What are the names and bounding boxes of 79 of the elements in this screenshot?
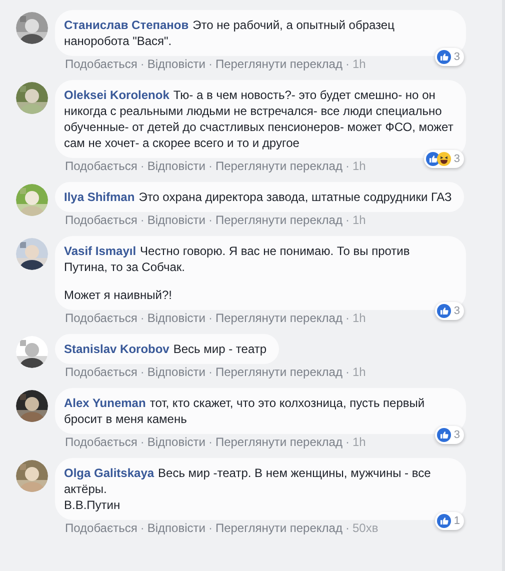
comment-time[interactable]: 1h bbox=[352, 365, 366, 380]
thumbs-up-icon bbox=[436, 304, 451, 318]
action-link[interactable]: Переглянути переклад bbox=[215, 521, 342, 536]
separator-dot: · bbox=[208, 57, 212, 72]
reaction-count: 3 bbox=[454, 50, 460, 64]
reaction-count: 1 bbox=[454, 514, 460, 528]
action-link[interactable]: Переглянути переклад bbox=[215, 159, 342, 174]
author-link[interactable]: Vasif Ismayıl bbox=[64, 244, 136, 258]
separator-dot: · bbox=[208, 365, 212, 380]
comment-time[interactable]: 1h bbox=[352, 213, 366, 228]
separator-dot: · bbox=[208, 213, 212, 228]
comment-text: Станислав Степанов Это не рабочий, а опытный образец наноробота "Вася". bbox=[64, 17, 396, 49]
separator-dot: · bbox=[208, 435, 212, 450]
laughing-face-icon bbox=[436, 152, 451, 166]
separator-dot: · bbox=[140, 57, 144, 72]
action-link[interactable]: Переглянути переклад bbox=[215, 435, 342, 450]
action-link[interactable]: Переглянути переклад bbox=[215, 311, 342, 326]
comment-time[interactable]: 1h bbox=[352, 311, 366, 326]
comment-time[interactable]: 1h bbox=[352, 159, 366, 174]
separator-dot: · bbox=[345, 365, 350, 380]
reactions-badge[interactable]: 3 bbox=[434, 48, 464, 66]
thumbs-up-icon bbox=[436, 50, 451, 64]
action-link[interactable]: Подобається bbox=[65, 311, 138, 326]
comment-time[interactable]: 1h bbox=[352, 435, 366, 450]
separator-dot: · bbox=[140, 311, 144, 326]
action-link[interactable]: Відповісти bbox=[147, 311, 206, 326]
separator-dot: · bbox=[345, 521, 350, 536]
author-link[interactable]: Stanislav Korobov bbox=[64, 342, 170, 356]
action-link[interactable]: Відповісти bbox=[147, 365, 206, 380]
action-link[interactable]: Відповісти bbox=[147, 521, 206, 536]
author-link[interactable]: Станислав Степанов bbox=[64, 18, 189, 32]
action-link[interactable]: Відповісти bbox=[147, 57, 206, 72]
separator-dot: · bbox=[345, 57, 350, 72]
separator-dot: · bbox=[140, 159, 144, 174]
reaction-count: 3 bbox=[454, 152, 460, 166]
comment-text: Vasif Ismayıl Честно говорю. Я вас не понимаю. То вы против Путина, то за Собчак. bbox=[64, 243, 411, 275]
action-link[interactable]: Відповісти bbox=[147, 435, 206, 450]
action-link[interactable]: Переглянути переклад bbox=[215, 365, 342, 380]
separator-dot: · bbox=[345, 213, 350, 228]
action-link[interactable]: Відповісти bbox=[147, 213, 206, 228]
action-link[interactable]: Відповісти bbox=[147, 159, 206, 174]
action-link[interactable]: Подобається bbox=[65, 57, 138, 72]
comment-text: Stanislav Korobov Весь мир - театр bbox=[64, 341, 267, 357]
separator-dot: · bbox=[208, 521, 212, 536]
separator-dot: · bbox=[345, 159, 350, 174]
separator-dot: · bbox=[140, 435, 144, 450]
separator-dot: · bbox=[140, 521, 144, 536]
action-link[interactable]: Подобається bbox=[65, 213, 138, 228]
separator-dot: · bbox=[208, 311, 212, 326]
separator-dot: · bbox=[140, 213, 144, 228]
separator-dot: · bbox=[345, 435, 350, 450]
reactions-badge[interactable]: 1 bbox=[434, 512, 464, 530]
reaction-count: 3 bbox=[454, 304, 460, 318]
action-link[interactable]: Подобається bbox=[65, 435, 138, 450]
comment-time[interactable]: 1h bbox=[352, 57, 366, 72]
comment-text: Olga Galitskaya Весь мир -театр. В нем женщины, мужчины - все актёры. В.В.Путин bbox=[64, 465, 432, 513]
comment-text: Alex Yuneman тот, кто скажет, что это колхозница, пусть первый бросит в меня камень bbox=[64, 395, 426, 427]
author-link[interactable]: Alex Yuneman bbox=[64, 396, 146, 410]
action-link[interactable]: Подобається bbox=[65, 521, 138, 536]
separator-dot: · bbox=[345, 311, 350, 326]
author-link[interactable]: Oleksei Korolenok bbox=[64, 88, 170, 102]
reaction-count: 3 bbox=[454, 428, 460, 442]
reactions-badge[interactable]: 3 bbox=[434, 302, 464, 320]
author-link[interactable]: Ilya Shifman bbox=[64, 190, 135, 204]
action-link[interactable]: Переглянути переклад bbox=[215, 57, 342, 72]
action-link[interactable]: Переглянути переклад bbox=[215, 213, 342, 228]
separator-dot: · bbox=[208, 159, 212, 174]
separator-dot: · bbox=[140, 365, 144, 380]
action-link[interactable]: Подобається bbox=[65, 365, 138, 380]
reactions-badge[interactable]: 3 bbox=[434, 426, 464, 444]
comment-text: Oleksei Korolenok Тю- а в чем новость?- это будет смешно- но он никогда с реальными людьми не встречался- все люди специально обученные- от детей до счастливых пенсионеров- может ФСО, может сам не хочет- а скорее всего и то и другое bbox=[64, 87, 454, 151]
thumbs-up-icon bbox=[436, 428, 451, 442]
comment-text: Может я наивный?! bbox=[64, 287, 173, 303]
thumbs-up-icon bbox=[436, 514, 451, 528]
comment-text: Ilya Shifman Это охрана директора завода, штатные содрудники ГАЗ bbox=[64, 189, 452, 205]
comment-time[interactable]: 50хв bbox=[352, 521, 378, 536]
author-link[interactable]: Olga Galitskaya bbox=[64, 466, 154, 480]
action-link[interactable]: Подобається bbox=[65, 159, 138, 174]
reactions-badge[interactable]: 3 bbox=[424, 150, 464, 168]
